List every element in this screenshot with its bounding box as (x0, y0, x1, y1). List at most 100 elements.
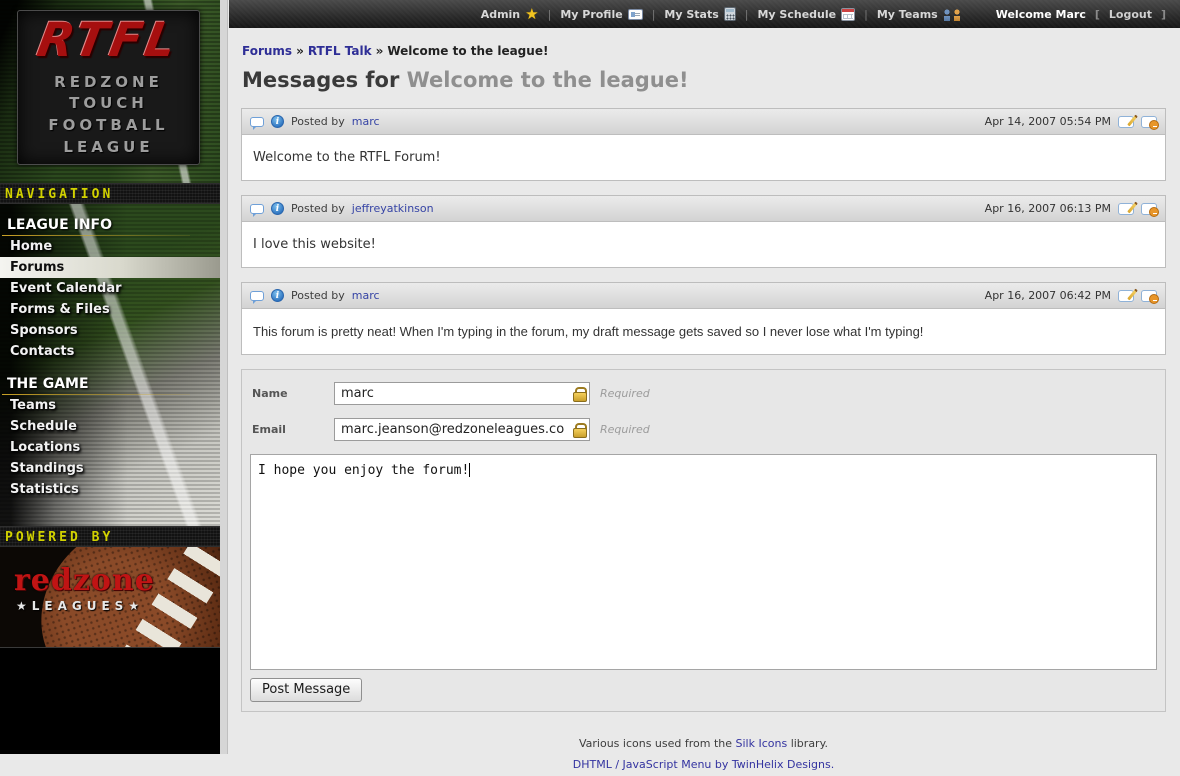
sidebar-item-event-calendar[interactable]: Event Calendar (0, 278, 220, 299)
logout-bracket: ] (1161, 8, 1166, 21)
topbar-label: Admin (481, 8, 520, 21)
comment-edit-icon[interactable] (1118, 203, 1134, 215)
silk-icons-link[interactable]: Silk Icons (736, 737, 788, 750)
info-icon: i (271, 202, 284, 215)
info-icon: i (271, 115, 284, 128)
topbar-item-admin[interactable]: Admin ★ (481, 7, 539, 22)
topbar-separator: | (745, 8, 749, 21)
topbar-item-my-schedule[interactable]: My Schedule (757, 8, 855, 21)
sidebar-item-forms-files[interactable]: Forms & Files (0, 299, 220, 320)
comment-edit-icon[interactable] (1118, 290, 1134, 302)
sidebar-item-teams[interactable]: Teams (0, 395, 220, 416)
email-field[interactable] (334, 418, 590, 441)
text-caret (469, 463, 470, 477)
topbar-label: My Profile (560, 8, 622, 21)
topbar-separator: | (548, 8, 552, 21)
rtfl-logo-line: REDZONE (54, 72, 163, 94)
comment-delete-icon[interactable] (1141, 290, 1157, 302)
breadcrumb-separator: » (376, 44, 384, 58)
sidebar-item-locations[interactable]: Locations (0, 437, 220, 458)
sidebar-item-home[interactable]: Home (0, 236, 220, 257)
breadcrumb: Forums»RTFL Talk»Welcome to the league! (242, 44, 1166, 58)
sidebar: RTFL REDZONE TOUCH FOOTBALL LEAGUE NAVIG… (0, 0, 220, 754)
page-title-prefix: Messages for (242, 68, 407, 92)
logout-link[interactable]: Logout (1109, 8, 1152, 21)
comment-delete-icon[interactable] (1141, 203, 1157, 215)
rtfl-logo-line: FOOTBALL (48, 115, 168, 137)
twinhelix-link[interactable]: TwinHelix Designs (732, 758, 831, 771)
comment-icon (250, 117, 264, 127)
sidebar-filler (0, 648, 220, 754)
message-textarea[interactable]: I hope you enjoy the forum! (250, 454, 1157, 670)
posted-by-label: Posted by (291, 115, 345, 128)
section-header-league-info: LEAGUE INFO (0, 217, 220, 236)
post-body: This forum is pretty neat! When I'm typi… (242, 309, 1165, 354)
email-label: Email (252, 423, 334, 436)
content: Forums»RTFL Talk»Welcome to the league! … (229, 28, 1180, 776)
name-field[interactable] (334, 382, 590, 405)
footer-text: Various icons used from the (579, 737, 736, 750)
forum-post: i Posted by jeffreyatkinson Apr 16, 2007… (241, 195, 1166, 268)
message-area-wrap: I hope you enjoy the forum! (250, 454, 1157, 670)
comment-edit-icon[interactable] (1118, 116, 1134, 128)
topbar-item-my-stats[interactable]: My Stats (664, 7, 735, 21)
required-hint: Required (600, 387, 650, 400)
calculator-icon (724, 7, 736, 21)
breadcrumb-separator: » (296, 44, 304, 58)
star-icon: ★ (525, 7, 538, 22)
dhtml-menu-link[interactable]: DHTML / JavaScript Menu (573, 758, 712, 771)
topbar-label: My Stats (664, 8, 718, 21)
welcome-text: Welcome Marc (996, 8, 1086, 21)
post-author-link[interactable]: marc (352, 115, 380, 128)
page: RTFL REDZONE TOUCH FOOTBALL LEAGUE NAVIG… (0, 0, 1180, 754)
group-icon (943, 8, 961, 21)
logout-bracket: [ (1095, 8, 1100, 21)
reply-form: Name Required Email Required (241, 369, 1166, 712)
name-row: Name Required (252, 382, 1157, 405)
redzone-leagues-logo: redzone ★LEAGUES★ (0, 547, 220, 648)
forum-post: i Posted by marc Apr 16, 2007 06:42 PM T… (241, 282, 1166, 355)
sidebar-item-statistics[interactable]: Statistics (0, 479, 220, 500)
topbar-label: My Schedule (757, 8, 836, 21)
breadcrumb-rtfl-talk[interactable]: RTFL Talk (308, 44, 372, 58)
redzone-leagues-sub: ★LEAGUES★ (16, 599, 144, 613)
required-hint: Required (600, 423, 650, 436)
breadcrumb-current: Welcome to the league! (387, 44, 548, 58)
sidebar-item-sponsors[interactable]: Sponsors (0, 320, 220, 341)
post-author-link[interactable]: marc (352, 289, 380, 302)
topbar-separator: | (864, 8, 868, 21)
vcard-icon (628, 9, 643, 20)
post-author-link[interactable]: jeffreyatkinson (352, 202, 434, 215)
sidebar-item-schedule[interactable]: Schedule (0, 416, 220, 437)
post-body: I love this website! (242, 222, 1165, 267)
topbar-item-my-teams[interactable]: My Teams (877, 8, 961, 21)
footer-text: by (711, 758, 732, 771)
footer-line-icons: Various icons used from the Silk Icons l… (241, 733, 1166, 754)
posted-by-label: Posted by (291, 202, 345, 215)
post-date: Apr 16, 2007 06:13 PM (985, 202, 1111, 215)
footer: Various icons used from the Silk Icons l… (241, 733, 1166, 776)
comment-icon (250, 204, 264, 214)
rtfl-logo-title: RTFL (34, 17, 182, 64)
comment-icon (250, 291, 264, 301)
info-icon: i (271, 289, 284, 302)
sidebar-item-contacts[interactable]: Contacts (0, 341, 220, 362)
sidebar-field-background: RTFL REDZONE TOUCH FOOTBALL LEAGUE (0, 0, 220, 183)
post-header: i Posted by jeffreyatkinson Apr 16, 2007… (242, 196, 1165, 222)
main-area: Admin ★ | My Profile | My Stats | My Sch… (229, 0, 1180, 754)
rtfl-logo-line: TOUCH (69, 93, 148, 115)
breadcrumb-forums[interactable]: Forums (242, 44, 292, 58)
rtfl-logo: RTFL REDZONE TOUCH FOOTBALL LEAGUE (17, 10, 200, 165)
posted-by-label: Posted by (291, 289, 345, 302)
footer-line-menu: DHTML / JavaScript Menu by TwinHelix Des… (241, 754, 1166, 775)
topbar-item-my-profile[interactable]: My Profile (560, 8, 642, 21)
comment-delete-icon[interactable] (1141, 116, 1157, 128)
page-title-subject: Welcome to the league! (407, 68, 689, 92)
lock-icon (573, 387, 585, 400)
forum-post: i Posted by marc Apr 14, 2007 05:54 PM W… (241, 108, 1166, 181)
footer-text: . (831, 758, 835, 771)
section-header-the-game: THE GAME (0, 376, 220, 395)
sidebar-item-forums[interactable]: Forums (0, 257, 220, 278)
sidebar-item-standings[interactable]: Standings (0, 458, 220, 479)
post-message-button[interactable]: Post Message (250, 678, 362, 702)
